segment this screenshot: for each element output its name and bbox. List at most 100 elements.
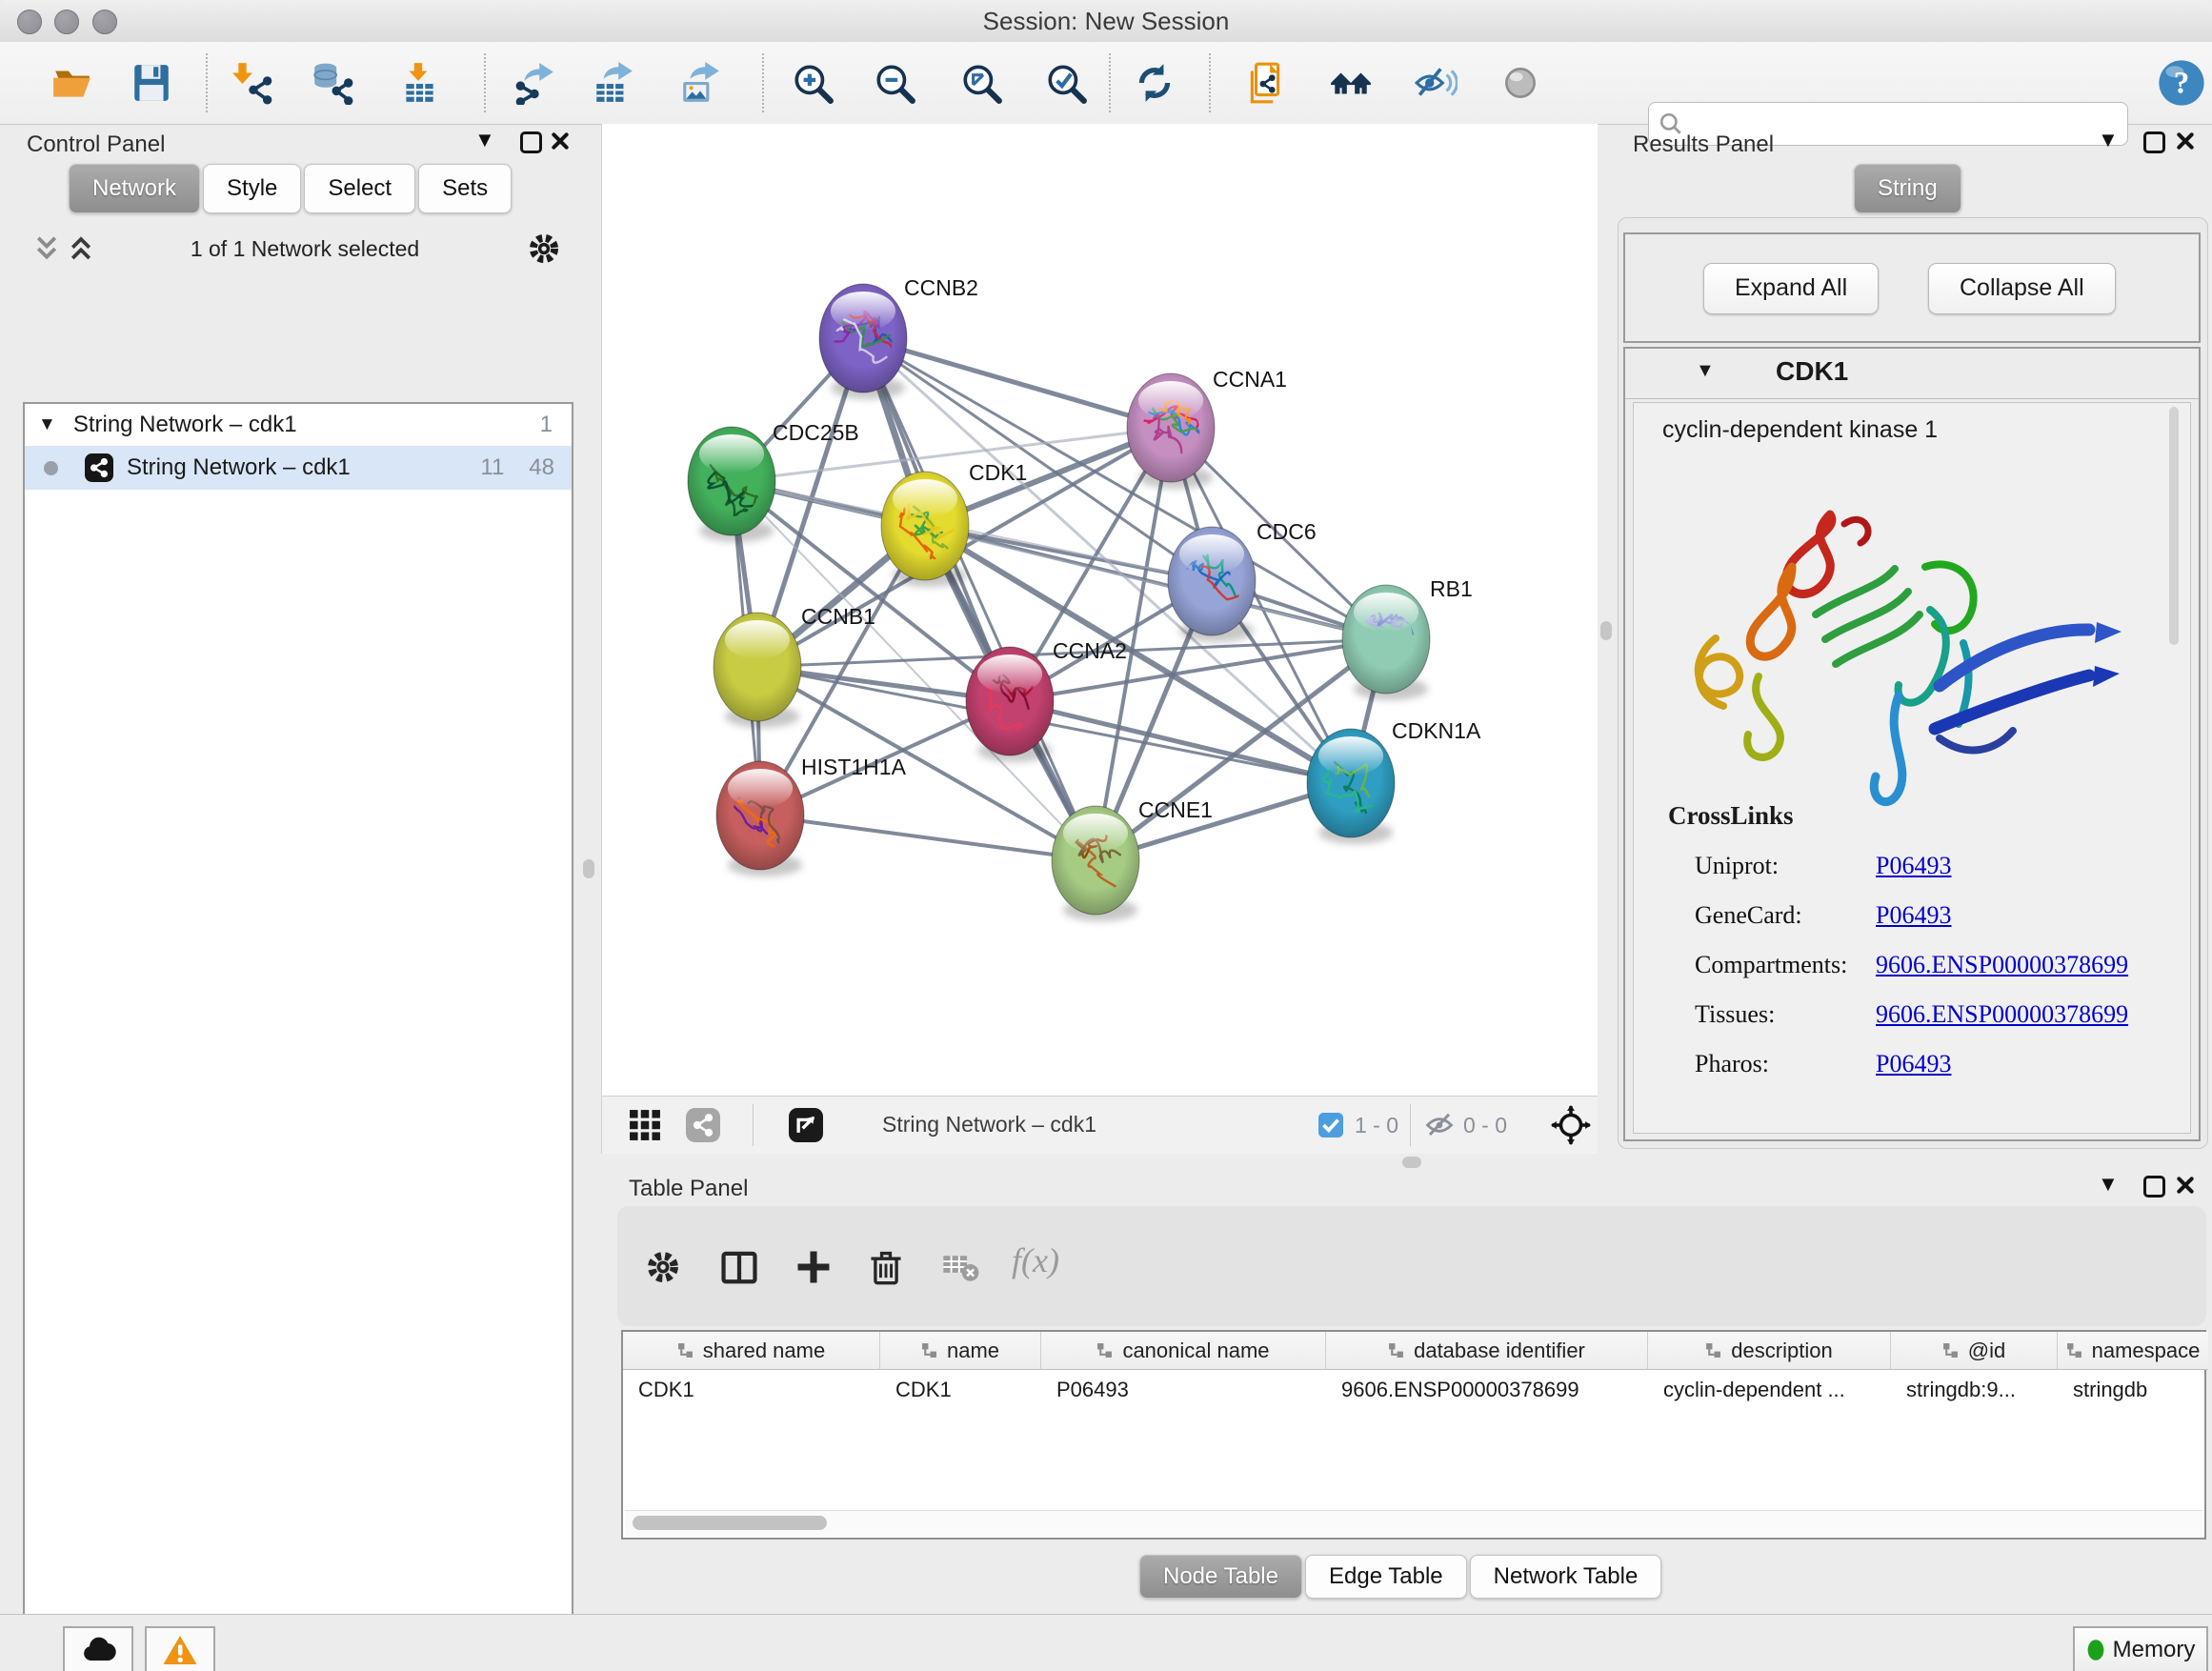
zoom-selected-button[interactable] [1039, 56, 1093, 110]
help-button[interactable]: ? [2155, 56, 2208, 110]
tab-network-table[interactable]: Network Table [1470, 1555, 1662, 1599]
cell-shared-name[interactable]: CDK1 [623, 1370, 880, 1410]
column-header-shared-name[interactable]: shared name [623, 1332, 880, 1370]
expand-all-networks-icon[interactable] [67, 234, 95, 263]
graph-edge-CCNB2-CCNA1[interactable] [863, 338, 1171, 428]
horizontal-splitter-handle[interactable] [1402, 1157, 1421, 1168]
cloud-status-button[interactable] [63, 1626, 133, 1671]
network-options-gear-icon[interactable] [526, 231, 562, 267]
cell-id[interactable]: stringdb:9... [1891, 1370, 2058, 1410]
import-table-button[interactable] [392, 56, 446, 110]
network-collection-row[interactable]: ▼ String Network – cdk1 1 [25, 404, 572, 446]
results-panel-float-icon[interactable] [2143, 131, 2165, 153]
memory-button[interactable]: Memory [2073, 1626, 2208, 1671]
graph-node-CCNA2[interactable]: CCNA2 [966, 638, 1127, 762]
delete-column-trash-icon[interactable] [867, 1248, 905, 1286]
string-home-button[interactable] [1324, 56, 1377, 110]
collapse-all-button[interactable]: Collapse All [1928, 263, 2116, 314]
clone-network-button[interactable] [1239, 56, 1293, 110]
column-header-canonical-name[interactable]: canonical name [1041, 1332, 1326, 1370]
tab-node-table[interactable]: Node Table [1139, 1555, 1302, 1599]
tab-network[interactable]: Network [69, 164, 200, 213]
show-columns-icon[interactable] [720, 1248, 758, 1286]
refresh-view-button[interactable] [1128, 56, 1181, 110]
graph-edge-CCNB2-CCNE1[interactable] [863, 338, 1096, 860]
tab-select[interactable]: Select [304, 164, 415, 213]
grid-view-icon[interactable] [629, 1109, 661, 1141]
zoom-fit-button[interactable] [955, 56, 1008, 110]
save-session-button[interactable] [125, 56, 178, 110]
column-header-database-identifier[interactable]: database identifier [1326, 1332, 1648, 1370]
column-header-name[interactable]: name [880, 1332, 1041, 1370]
crosslink-pharos-link[interactable]: P06493 [1876, 1050, 1951, 1078]
table-horizontal-scrollbar[interactable] [625, 1510, 2202, 1536]
table-panel-float-icon[interactable] [2143, 1176, 2165, 1198]
open-session-button[interactable] [46, 56, 99, 110]
tab-edge-table[interactable]: Edge Table [1305, 1555, 1467, 1599]
cell-description[interactable]: cyclin-dependent ... [1648, 1370, 1891, 1410]
right-splitter-handle[interactable] [1600, 621, 1612, 640]
left-splitter-handle[interactable] [583, 859, 594, 878]
birds-eye-view-icon[interactable] [789, 1108, 823, 1142]
export-table-button[interactable] [587, 56, 640, 110]
crosslink-genecard-link[interactable]: P06493 [1876, 901, 1951, 930]
column-header-namespace[interactable]: namespace [2058, 1332, 2208, 1370]
graph-node-RB1[interactable]: RB1 [1342, 576, 1473, 700]
graph-edge-CCNA2-CDKN1A[interactable] [1010, 701, 1351, 783]
tab-string[interactable]: String [1854, 164, 1961, 213]
zoom-in-button[interactable] [786, 56, 839, 110]
column-header-description[interactable]: description [1648, 1332, 1891, 1370]
add-column-plus-icon[interactable] [794, 1248, 833, 1286]
graph-node-HIST1H1A[interactable]: HIST1H1A [716, 755, 907, 876]
delete-table-icon[interactable] [941, 1248, 979, 1286]
results-scrollbar[interactable] [2169, 407, 2179, 645]
table-panel-menu-caret-icon[interactable]: ▼ [2098, 1174, 2119, 1195]
expand-all-button[interactable]: Expand All [1703, 263, 1879, 314]
tab-sets[interactable]: Sets [418, 164, 512, 213]
selected-checkbox-icon[interactable] [1318, 1113, 1343, 1137]
graph-edge-HIST1H1A-CCNE1[interactable] [760, 815, 1096, 860]
collection-expand-caret-icon[interactable]: ▼ [38, 414, 56, 435]
export-image-button[interactable] [674, 56, 727, 110]
results-panel-close-icon[interactable] [2176, 131, 2195, 151]
graph-node-CCNB1[interactable]: CCNB1 [714, 604, 875, 728]
warning-status-button[interactable] [145, 1626, 215, 1671]
tab-style[interactable]: Style [203, 164, 301, 213]
cell-canonical-name[interactable]: P06493 [1041, 1370, 1326, 1410]
cell-database-identifier[interactable]: 9606.ENSP00000378699 [1326, 1370, 1648, 1410]
zoom-out-button[interactable] [868, 56, 921, 110]
string-results-buttons: Expand All Collapse All [1623, 232, 2201, 343]
hide-graphics-button[interactable] [1409, 56, 1462, 110]
network-row-selected[interactable]: String Network – cdk1 11 48 [25, 446, 572, 490]
import-network-database-button[interactable] [306, 56, 359, 110]
table-gear-icon[interactable] [644, 1248, 682, 1286]
import-network-file-button[interactable] [227, 56, 280, 110]
column-header-id[interactable]: @id [1891, 1332, 2058, 1370]
network-canvas[interactable]: CCNB2CCNA1CDC25BCDK1CDC6RB1CCNB1CCNA2CDK… [601, 124, 1598, 1096]
crosslink-tissues-link[interactable]: 9606.ENSP00000378699 [1876, 1000, 2128, 1029]
entry-header[interactable]: ▼ CDK1 [1625, 349, 2199, 399]
control-panel-menu-caret-icon[interactable]: ▼ [474, 130, 495, 151]
crosslink-uniprot-link[interactable]: P06493 [1876, 852, 1951, 880]
fit-content-crosshair-icon[interactable] [1551, 1105, 1591, 1145]
network-share-gray-icon[interactable] [686, 1108, 720, 1142]
graph-node-CCNA1[interactable]: CCNA1 [1127, 367, 1287, 489]
cell-namespace[interactable]: stringdb [2058, 1370, 2208, 1410]
table-panel-close-icon[interactable] [2176, 1176, 2195, 1195]
graph-node-CCNE1[interactable]: CCNE1 [1052, 797, 1213, 921]
crosslinks-title: CrossLinks [1668, 801, 1794, 831]
collapse-all-networks-icon[interactable] [32, 234, 61, 263]
control-panel-close-icon[interactable] [551, 131, 570, 151]
graph-node-CDKN1A[interactable]: CDKN1A [1307, 718, 1481, 844]
graph-node-CCNB2[interactable]: CCNB2 [819, 275, 978, 399]
show-graphics-button[interactable] [1494, 56, 1547, 110]
results-panel-menu-caret-icon[interactable]: ▼ [2098, 130, 2119, 151]
export-network-button[interactable] [508, 56, 561, 110]
function-builder-icon[interactable]: f(x) [1012, 1240, 1059, 1280]
control-panel-float-icon[interactable] [520, 131, 542, 153]
table-scrollbar-thumb[interactable] [633, 1516, 827, 1530]
crosslink-compartments-link[interactable]: 9606.ENSP00000378699 [1876, 951, 2128, 979]
cell-name[interactable]: CDK1 [880, 1370, 1041, 1410]
entry-collapse-caret-icon[interactable]: ▼ [1696, 360, 1715, 382]
graph-node-CDC6[interactable]: CDC6 [1168, 519, 1317, 642]
